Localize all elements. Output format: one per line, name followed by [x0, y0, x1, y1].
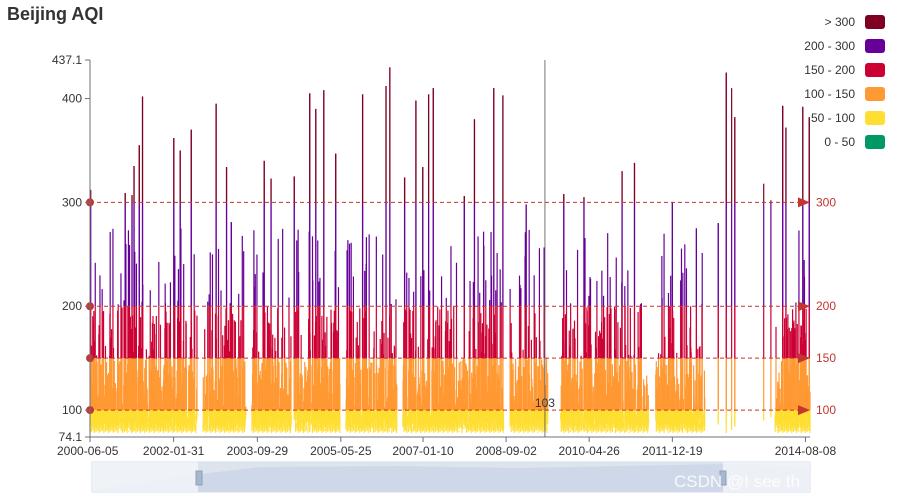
x-tick-label: 2008-09-02	[475, 444, 537, 458]
legend-item-label: 200 - 300	[804, 39, 855, 53]
aqi-chart: Beijing AQI 100 150 200 300 74.1 100 200 300 40…	[7, 4, 885, 493]
legend-swatch	[865, 63, 885, 77]
legend-swatch	[865, 39, 885, 53]
x-tick-label: 2014-08-08	[775, 444, 837, 458]
x-tick-label: 2010-04-26	[558, 444, 620, 458]
chart-title: Beijing AQI	[7, 4, 103, 24]
x-tick-label: 2003-09-29	[227, 444, 289, 458]
legend-item[interactable]: 150 - 200	[804, 63, 885, 77]
mark-line-label: 100	[816, 403, 836, 417]
legend-item-label: 150 - 200	[804, 63, 855, 77]
mark-line-label: 150	[816, 351, 836, 365]
legend-swatch	[865, 87, 885, 101]
cursor-label: 103	[535, 396, 555, 410]
y-tick-label: 300	[62, 195, 82, 209]
legend-item[interactable]: > 300	[825, 15, 885, 29]
legend-item-label: 0 - 50	[824, 135, 855, 149]
legend-item[interactable]: 50 - 100	[811, 111, 885, 125]
x-tick-label: 2000-06-05	[57, 444, 119, 458]
x-tick-label: 2011-12-19	[642, 444, 703, 458]
legend-item[interactable]: 200 - 300	[804, 39, 885, 53]
x-tick-label: 2005-05-25	[310, 444, 372, 458]
y-tick-label: 400	[62, 92, 82, 106]
y-tick-label: 100	[62, 403, 82, 417]
data-zoom-left-handle[interactable]	[195, 470, 203, 486]
visual-map-legend[interactable]: > 300 200 - 300 150 - 200 100 - 150 50 - 100…	[804, 15, 885, 149]
mark-line-arrow-icon	[798, 197, 810, 208]
y-tick-label: 74.1	[59, 430, 83, 444]
legend-item[interactable]: 0 - 50	[824, 135, 885, 149]
y-tick-label: 437.1	[52, 53, 82, 67]
legend-item-label: 50 - 100	[811, 111, 855, 125]
mark-line-label: 200	[816, 299, 836, 313]
legend-item-label: > 300	[825, 15, 856, 29]
legend-item-label: 100 - 150	[804, 87, 855, 101]
legend-item[interactable]: 100 - 150	[804, 87, 885, 101]
x-tick-label: 2002-01-31	[143, 444, 205, 458]
watermark: CSDN @I see th	[674, 472, 800, 491]
y-tick-label: 200	[62, 299, 82, 313]
legend-swatch	[865, 15, 885, 29]
data-zoom-left-unselected	[92, 462, 198, 492]
x-tick-label: 2007-01-10	[392, 444, 454, 458]
aqi-series	[89, 67, 811, 433]
mark-line-label: 300	[816, 195, 836, 209]
legend-swatch	[865, 135, 885, 149]
legend-swatch	[865, 111, 885, 125]
